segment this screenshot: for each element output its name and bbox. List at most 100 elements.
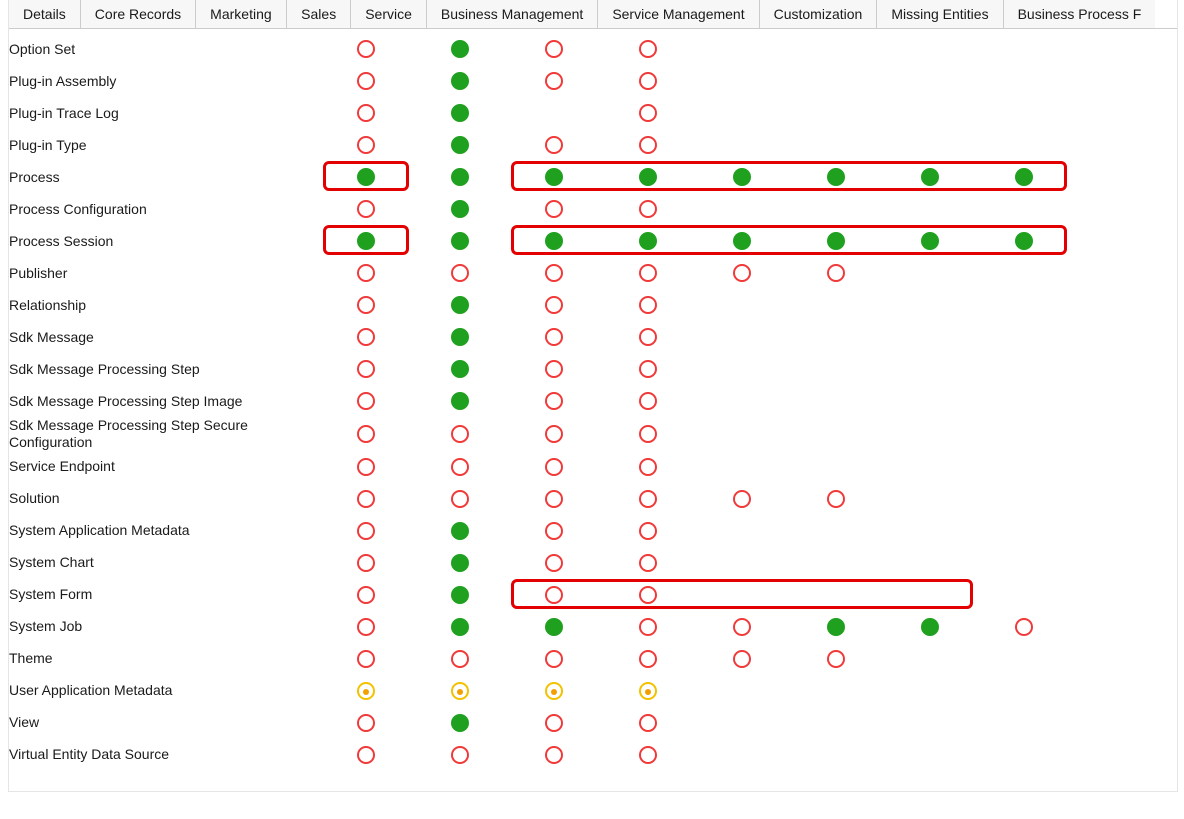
tab-business-process-f[interactable]: Business Process F — [1004, 0, 1156, 28]
status-filled-icon — [545, 168, 563, 186]
status-empty-icon — [451, 650, 469, 668]
status-cell — [977, 33, 1071, 65]
status-cell — [319, 65, 413, 97]
status-cell — [507, 611, 601, 643]
status-empty-icon — [451, 425, 469, 443]
status-cell — [789, 451, 883, 483]
status-cell — [977, 643, 1071, 675]
tab-sales[interactable]: Sales — [287, 0, 351, 28]
status-cell — [507, 385, 601, 417]
status-cell — [789, 515, 883, 547]
status-empty-icon — [639, 490, 657, 508]
status-cell — [977, 675, 1071, 707]
tab-missing-entities[interactable]: Missing Entities — [877, 0, 1003, 28]
tab-customization[interactable]: Customization — [760, 0, 878, 28]
status-empty-icon — [357, 72, 375, 90]
status-empty-icon — [451, 490, 469, 508]
tab-service-management[interactable]: Service Management — [598, 0, 759, 28]
status-empty-icon — [639, 458, 657, 476]
status-cell — [507, 515, 601, 547]
status-cell — [413, 385, 507, 417]
status-filled-icon — [1015, 168, 1033, 186]
status-warning-icon — [357, 682, 375, 700]
status-cell — [883, 707, 977, 739]
status-cell — [601, 65, 695, 97]
status-cell — [319, 225, 413, 257]
table-row: User Application Metadata — [9, 675, 1071, 707]
status-empty-icon — [639, 264, 657, 282]
status-cell — [789, 65, 883, 97]
table-row: System Form — [9, 579, 1071, 611]
status-cell — [601, 193, 695, 225]
tab-marketing[interactable]: Marketing — [196, 0, 287, 28]
status-cell — [977, 161, 1071, 193]
status-cell — [507, 451, 601, 483]
status-cell — [695, 321, 789, 353]
status-cell — [413, 97, 507, 129]
status-filled-icon — [451, 40, 469, 58]
status-cell — [507, 321, 601, 353]
status-empty-icon — [733, 618, 751, 636]
status-cell — [977, 515, 1071, 547]
status-cell — [695, 225, 789, 257]
table-row: Plug-in Assembly — [9, 65, 1071, 97]
status-cell — [977, 451, 1071, 483]
status-empty-icon — [357, 714, 375, 732]
status-cell — [319, 547, 413, 579]
status-empty-icon — [545, 72, 563, 90]
tab-core-records[interactable]: Core Records — [81, 0, 196, 28]
status-cell — [507, 675, 601, 707]
status-cell — [507, 225, 601, 257]
status-cell — [413, 225, 507, 257]
tab-details[interactable]: Details — [9, 0, 81, 28]
status-empty-icon — [357, 425, 375, 443]
status-empty-icon — [639, 104, 657, 122]
status-cell — [977, 353, 1071, 385]
table-row: Option Set — [9, 33, 1071, 65]
tab-business-management[interactable]: Business Management — [427, 0, 598, 28]
status-cell — [601, 257, 695, 289]
status-cell — [695, 515, 789, 547]
status-cell — [319, 579, 413, 611]
table-row: System Chart — [9, 547, 1071, 579]
status-filled-icon — [639, 168, 657, 186]
status-cell — [601, 547, 695, 579]
status-empty-icon — [545, 328, 563, 346]
status-filled-icon — [451, 586, 469, 604]
status-warning-icon — [639, 682, 657, 700]
status-cell — [601, 707, 695, 739]
status-cell — [883, 65, 977, 97]
row-label: Sdk Message Processing Step Image — [9, 385, 319, 417]
status-filled-icon — [921, 168, 939, 186]
status-empty-icon — [357, 522, 375, 540]
row-label: System Form — [9, 579, 319, 611]
table-row: Relationship — [9, 289, 1071, 321]
table-row: Theme — [9, 643, 1071, 675]
status-cell — [507, 353, 601, 385]
status-filled-icon — [451, 168, 469, 186]
status-empty-icon — [451, 264, 469, 282]
status-empty-icon — [357, 104, 375, 122]
status-empty-icon — [357, 328, 375, 346]
row-label: Theme — [9, 643, 319, 675]
status-cell — [507, 97, 601, 129]
status-empty-icon — [545, 554, 563, 572]
status-cell — [601, 675, 695, 707]
status-empty-icon — [733, 490, 751, 508]
status-filled-icon — [451, 104, 469, 122]
status-filled-icon — [357, 168, 375, 186]
status-cell — [601, 417, 695, 451]
status-empty-icon — [827, 650, 845, 668]
status-cell — [413, 515, 507, 547]
status-cell — [413, 289, 507, 321]
status-cell — [601, 579, 695, 611]
table-row: Solution — [9, 483, 1071, 515]
status-cell — [977, 547, 1071, 579]
status-cell — [507, 257, 601, 289]
tab-service[interactable]: Service — [351, 0, 427, 28]
status-empty-icon — [639, 296, 657, 314]
status-cell — [413, 451, 507, 483]
status-cell — [789, 289, 883, 321]
status-cell — [695, 451, 789, 483]
row-label: Publisher — [9, 257, 319, 289]
